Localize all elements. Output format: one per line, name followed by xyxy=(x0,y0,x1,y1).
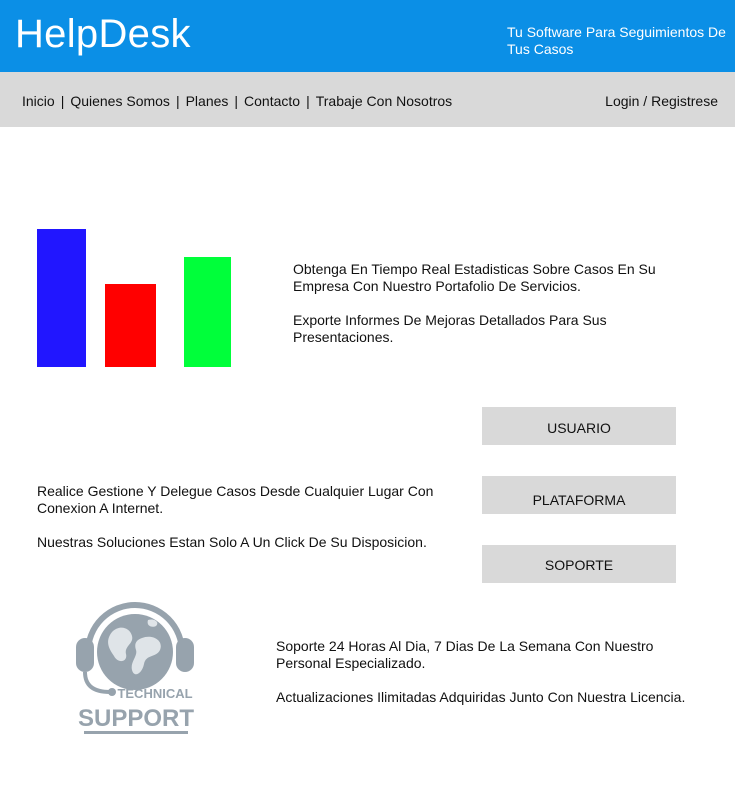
usuario-button[interactable]: USUARIO xyxy=(482,407,676,445)
tagline: Tu Software Para Seguimientos De Tus Cas… xyxy=(507,24,726,57)
chart-bar xyxy=(37,229,86,367)
nav-separator: | xyxy=(306,93,310,109)
nav-link-contacto[interactable]: Contacto xyxy=(244,93,300,109)
headset-globe-icon: TECHNICAL SUPPORT xyxy=(76,602,194,734)
support-paragraph-2: Actualizaciones Ilimitadas Adquiridas Ju… xyxy=(276,689,686,705)
nav-link-trabaje[interactable]: Trabaje Con Nosotros xyxy=(316,93,452,109)
chart-bar xyxy=(184,257,231,367)
nav-separator: | xyxy=(234,93,239,109)
nav-links: Inicio | Quienes Somos | Planes | Contac… xyxy=(22,93,452,109)
nav-separator: | xyxy=(175,93,180,109)
logo-support-text: SUPPORT xyxy=(78,705,194,732)
plataforma-button[interactable]: PLATAFORMA xyxy=(482,476,676,514)
stats-paragraph-2: Exporte Informes De Mejoras Detallados P… xyxy=(293,312,607,345)
header: HelpDesk Tu Software Para Seguimientos D… xyxy=(0,0,735,72)
nav-link-planes[interactable]: Planes xyxy=(186,93,229,109)
management-description: Realice Gestione Y Delegue Casos Desde C… xyxy=(37,483,467,568)
support-paragraph-1: Soporte 24 Horas Al Dia, 7 Dias De La Se… xyxy=(276,638,654,671)
nav-link-quienes-somos[interactable]: Quienes Somos xyxy=(70,93,170,109)
stats-description: Obtenga En Tiempo Real Estadisticas Sobr… xyxy=(293,261,703,363)
chart-bar xyxy=(105,284,156,367)
soporte-button[interactable]: SOPORTE xyxy=(482,545,676,583)
technical-support-logo: TECHNICAL SUPPORT xyxy=(60,594,210,746)
nav-link-inicio[interactable]: Inicio xyxy=(22,93,55,109)
support-description: Soporte 24 Horas Al Dia, 7 Dias De La Se… xyxy=(276,638,696,723)
bar-chart xyxy=(37,229,237,367)
site-logo[interactable]: HelpDesk xyxy=(15,12,191,57)
nav-separator: | xyxy=(60,93,65,109)
management-paragraph-2: Nuestras Soluciones Estan Solo A Un Clic… xyxy=(37,534,427,550)
stats-paragraph-1: Obtenga En Tiempo Real Estadisticas Sobr… xyxy=(293,261,656,294)
management-paragraph-1: Realice Gestione Y Delegue Casos Desde C… xyxy=(37,483,434,516)
nav-bar: Inicio | Quienes Somos | Planes | Contac… xyxy=(0,72,735,127)
login-link[interactable]: Login / Registrese xyxy=(605,93,718,109)
logo-technical-text: TECHNICAL xyxy=(117,686,192,701)
